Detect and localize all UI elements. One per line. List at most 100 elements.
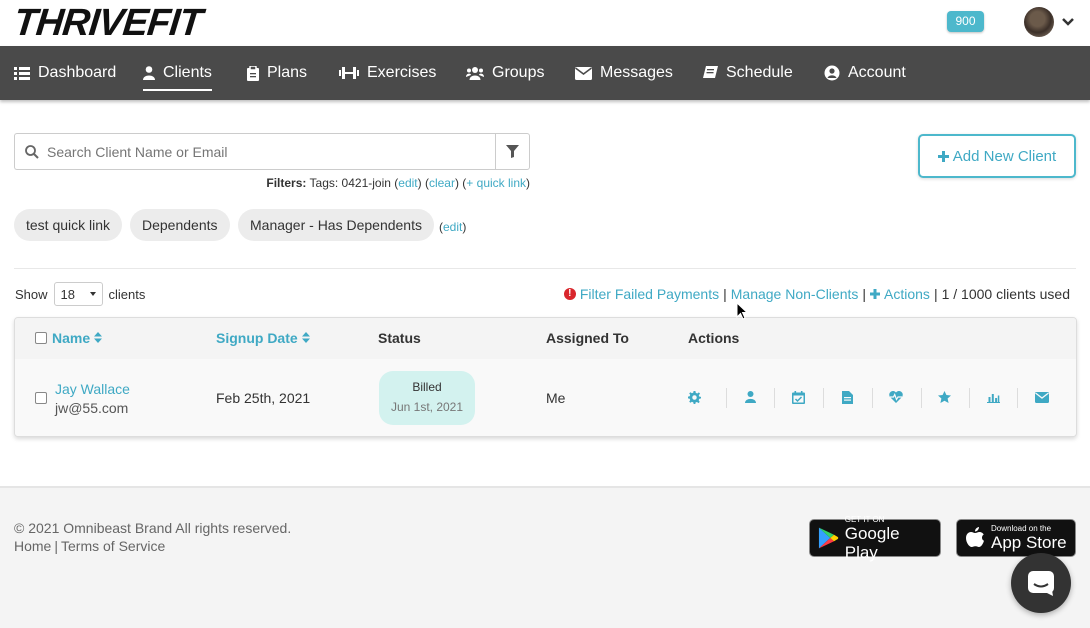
divider [1017, 388, 1018, 408]
main-nav: Dashboard Clients Plans Exercises Groups… [0, 46, 1090, 100]
apple-icon [966, 526, 984, 547]
gear-icon[interactable] [687, 390, 701, 404]
filters-label: Filters: [266, 176, 307, 190]
nav-label: Account [848, 64, 906, 81]
filter-failed-payments-link[interactable]: Filter Failed Payments [580, 286, 719, 302]
nav-label: Dashboard [38, 64, 117, 81]
nav-item-exercises[interactable]: Exercises [339, 46, 436, 100]
nav-item-account[interactable]: Account [824, 46, 906, 100]
nav-label: Groups [492, 64, 545, 81]
heartbeat-icon[interactable] [889, 390, 903, 404]
nav-label: Exercises [367, 64, 437, 81]
status-date: Jun 1st, 2021 [390, 400, 464, 414]
notification-badge[interactable]: 900 [947, 11, 984, 32]
page-size-select[interactable]: 18 [53, 282, 103, 306]
divider [14, 268, 1076, 269]
column-header-actions: Actions [688, 330, 740, 346]
add-new-client-button[interactable]: Add New Client [918, 134, 1076, 178]
divider [726, 388, 727, 408]
divider [774, 388, 775, 408]
mouse-cursor-icon [736, 302, 748, 320]
divider [969, 388, 970, 408]
chat-launcher-button[interactable] [1011, 553, 1071, 613]
nav-item-dashboard[interactable]: Dashboard [14, 46, 116, 100]
file-icon[interactable] [840, 390, 854, 404]
star-icon[interactable] [937, 390, 951, 404]
divider [872, 388, 873, 408]
users-icon [466, 67, 484, 80]
nav-item-messages[interactable]: Messages [575, 46, 673, 100]
column-header-name[interactable]: Name [52, 330, 103, 346]
active-filters: Filters: Tags: 0421-join (edit) (clear) … [266, 176, 530, 190]
alert-icon: ! [563, 288, 576, 300]
user-icon [143, 66, 155, 80]
quick-link-link[interactable]: + quick link [466, 176, 526, 190]
calendar-check-icon[interactable] [791, 390, 805, 404]
envelope-icon [575, 66, 592, 80]
divider [921, 388, 922, 408]
filter-button[interactable] [495, 133, 530, 170]
page-size-value: 18 [60, 286, 75, 302]
edit-filters-link[interactable]: edit [398, 176, 417, 190]
column-header-assigned-to: Assigned To [546, 330, 629, 346]
home-link[interactable]: Home [14, 538, 51, 554]
signup-date: Feb 25th, 2021 [216, 390, 311, 406]
clients-usage: 1 / 1000 clients used [941, 286, 1070, 302]
google-play-badge[interactable]: GET IT ON Google Play [809, 515, 941, 562]
footer: © 2021 Omnibeast Brand All rights reserv… [0, 486, 1090, 628]
nav-label: Schedule [726, 64, 793, 81]
footer-links: Home | Terms of Service [14, 538, 166, 554]
clients-table: Name Signup Date Status Assigned To Acti… [14, 317, 1077, 437]
search-input[interactable] [47, 143, 467, 160]
list-icon [14, 67, 30, 80]
thrivefit-logo[interactable]: THRIVEFIT [12, 2, 204, 44]
search-icon [25, 144, 39, 159]
avatar[interactable] [1024, 7, 1054, 37]
clear-filters-link[interactable]: clear [429, 176, 455, 190]
plus-icon [870, 289, 881, 299]
app-store-small: Download on the [991, 524, 1052, 533]
sort-icon [301, 332, 310, 343]
page-size-control: Show 18 clients [15, 282, 145, 306]
show-suffix: clients [108, 286, 146, 302]
nav-item-schedule[interactable]: Schedule [703, 46, 793, 100]
user-icon[interactable] [743, 390, 757, 404]
bar-chart-icon[interactable] [986, 390, 1000, 404]
dumbbell-icon [339, 67, 359, 79]
google-play-icon [818, 527, 839, 549]
manage-non-clients-link[interactable]: Manage Non-Clients [731, 286, 859, 302]
nav-label: Messages [600, 64, 673, 81]
table-row: Jay Wallace jw@55.com Feb 25th, 2021 Bil… [15, 359, 1076, 436]
status-label: Billed [412, 380, 442, 394]
quick-links-edit: (edit) [439, 220, 467, 234]
client-email: jw@55.com [55, 400, 129, 416]
nav-item-plans[interactable]: Plans [247, 46, 307, 100]
quick-link-chip[interactable]: Manager - Has Dependents [238, 209, 434, 241]
chevron-down-icon[interactable] [1060, 14, 1076, 30]
caret-down-icon [89, 292, 96, 296]
divider [823, 388, 824, 408]
search-box [14, 133, 496, 170]
select-all-checkbox[interactable] [35, 332, 47, 344]
status-badge: Billed Jun 1st, 2021 [379, 371, 475, 425]
client-name-link[interactable]: Jay Wallace [55, 381, 130, 397]
quick-link-chip[interactable]: Dependents [130, 209, 230, 241]
nav-item-groups[interactable]: Groups [466, 46, 544, 100]
assigned-to: Me [546, 390, 566, 406]
actions-link[interactable]: Actions [884, 286, 930, 302]
quick-link-chip[interactable]: test quick link [14, 209, 123, 241]
edit-quick-links-link[interactable]: edit [443, 220, 462, 234]
google-play-big: Google Play [844, 523, 900, 562]
row-checkbox[interactable] [35, 392, 47, 404]
envelope-icon[interactable] [1035, 390, 1049, 404]
top-bar: THRIVEFIT 900 [0, 0, 1090, 46]
table-toolbar: ! Filter Failed Payments | Manage Non-Cl… [563, 286, 1070, 302]
nav-item-clients[interactable]: Clients [143, 46, 212, 100]
app-store-badge[interactable]: Download on the App Store [956, 519, 1076, 557]
chat-icon [1028, 571, 1054, 596]
filters-text: Tags: 0421-join [309, 176, 391, 190]
sort-icon [94, 332, 103, 343]
terms-link[interactable]: Terms of Service [61, 538, 165, 554]
show-prefix: Show [15, 286, 48, 302]
column-header-signup-date[interactable]: Signup Date [216, 330, 310, 346]
